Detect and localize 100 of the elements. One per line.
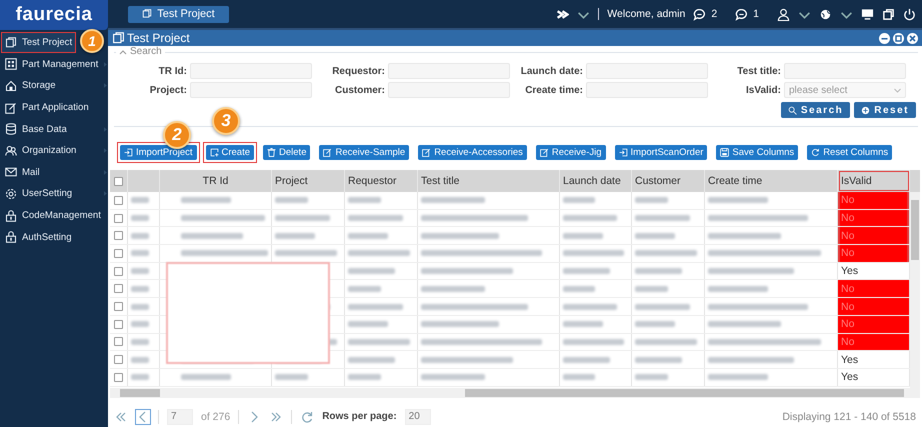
- close-icon: [907, 32, 918, 44]
- lock-icon: [5, 231, 17, 244]
- page-tab[interactable]: Test Project: [128, 6, 229, 22]
- field-label: Launch date:: [520, 66, 584, 77]
- blurred-text: [131, 232, 149, 239]
- user-icon: [777, 8, 790, 20]
- envelope-icon: [5, 166, 17, 178]
- select-all-checkbox[interactable]: [114, 176, 123, 186]
- reset-button[interactable]: Reset: [854, 102, 916, 118]
- row-checkbox[interactable]: [114, 284, 123, 294]
- sidebar-item[interactable]: Storage: [2, 76, 59, 96]
- row-checkbox[interactable]: [114, 355, 123, 364]
- globe-icon: [819, 8, 832, 20]
- blurred-text: [131, 356, 149, 363]
- blurred-text: [348, 356, 395, 363]
- toolbar-button[interactable]: ImportScanOrder: [614, 144, 708, 160]
- close-button[interactable]: [907, 32, 918, 44]
- lock-icon: [5, 210, 17, 222]
- valid-cell: No: [838, 334, 910, 350]
- blurred-text: [635, 215, 690, 222]
- blurred-text: [563, 232, 603, 239]
- edit-icon: [540, 148, 549, 157]
- field-label: TR Id:: [158, 66, 188, 77]
- toolbar-button[interactable]: Delete: [263, 144, 310, 160]
- window-icon: [5, 36, 17, 49]
- row-checkbox[interactable]: [114, 214, 123, 223]
- settings-icon: [5, 188, 17, 200]
- blurred-text: [131, 215, 149, 222]
- trash-icon: [267, 148, 276, 157]
- last-page-icon: [270, 410, 282, 423]
- save-icon: [720, 148, 730, 157]
- toolbar-button[interactable]: Receive-Accessories: [418, 144, 527, 160]
- column-header[interactable]: IsValid: [838, 170, 910, 192]
- blurred-text: [348, 286, 381, 292]
- blurred-text: [635, 197, 668, 204]
- count-text: 1: [753, 8, 759, 20]
- sidebar-item[interactable]: UserSetting: [2, 184, 76, 204]
- field-label: Project:: [148, 84, 188, 96]
- blurred-text: [348, 304, 403, 310]
- blurred-text: [563, 250, 624, 256]
- field-label: Test title:: [736, 66, 782, 77]
- blurred-text: [563, 197, 595, 204]
- first-page-icon: [115, 410, 127, 423]
- blurred-text: [348, 321, 388, 328]
- toolbar-button[interactable]: ImportProject: [120, 144, 196, 160]
- toolbar-button[interactable]: Save Columns: [716, 144, 798, 160]
- blurred-text: [348, 338, 410, 345]
- search-legend[interactable]: Search: [116, 46, 165, 58]
- sidebar-item[interactable]: Part Management: [2, 54, 102, 74]
- blurred-text: [348, 215, 403, 222]
- valid-cell: No: [838, 316, 910, 333]
- blurred-text: [348, 250, 410, 256]
- row-checkbox[interactable]: [114, 248, 123, 258]
- maximize-button[interactable]: [893, 32, 904, 44]
- row-checkbox[interactable]: [114, 372, 123, 382]
- valid-cell: No: [838, 210, 910, 226]
- welcome-text: Welcome, admin: [607, 8, 686, 20]
- row-checkbox[interactable]: [114, 337, 123, 346]
- row-checkbox[interactable]: [114, 320, 123, 329]
- sidebar-item[interactable]: Organization: [2, 141, 80, 160]
- minimize-button[interactable]: [879, 32, 890, 44]
- page-input[interactable]: 7: [167, 408, 193, 425]
- valid-cell: No: [838, 280, 910, 298]
- blurred-text: [708, 374, 768, 380]
- toolbar-button[interactable]: Reset Columns: [807, 144, 892, 160]
- sidebar-item[interactable]: Test Project: [2, 33, 76, 52]
- sidebar-item[interactable]: Mail: [2, 162, 43, 182]
- blurred-text: [131, 250, 149, 256]
- toolbar-button[interactable]: Receive-Sample: [319, 144, 410, 160]
- database-icon: [5, 123, 17, 136]
- chat-icon: [693, 8, 706, 20]
- windows-icon: [882, 8, 895, 20]
- sidebar-item[interactable]: AuthSetting: [2, 228, 75, 247]
- search-button[interactable]: Search: [780, 102, 850, 118]
- toolbar-button[interactable]: Create: [206, 144, 254, 160]
- blurred-text: [635, 338, 697, 345]
- row-checkbox[interactable]: [114, 196, 123, 205]
- rows-per-page-input[interactable]: 20: [404, 408, 431, 425]
- refresh-button[interactable]: [300, 410, 314, 424]
- blurred-text: [635, 232, 675, 239]
- row-checkbox[interactable]: [114, 266, 123, 276]
- row-checkbox[interactable]: [114, 231, 123, 240]
- toolbar-button[interactable]: Receive-Jig: [536, 144, 606, 160]
- sidebar-item[interactable]: Part Application: [2, 98, 92, 118]
- row-checkbox[interactable]: [114, 302, 123, 311]
- sidebar-item[interactable]: Base Data: [2, 120, 70, 139]
- sidebar-item[interactable]: CodeManagement: [2, 206, 104, 226]
- step-badge: 3: [212, 107, 240, 135]
- step-badge: 2: [163, 121, 191, 149]
- vertical-scrollbar[interactable]: [910, 192, 920, 388]
- first-page-button[interactable]: [114, 410, 128, 424]
- blurred-text: [635, 286, 668, 292]
- blurred-text: [635, 268, 682, 274]
- double-chevron-icon: [556, 8, 570, 20]
- blurred-text: [131, 374, 149, 380]
- previous-page-button[interactable]: [136, 410, 150, 424]
- horizontal-scrollbar[interactable]: [110, 388, 920, 398]
- panel-title: Test Project: [127, 31, 190, 46]
- last-page-button[interactable]: [269, 410, 284, 424]
- rows-per-page-label: Rows per page:: [322, 411, 397, 422]
